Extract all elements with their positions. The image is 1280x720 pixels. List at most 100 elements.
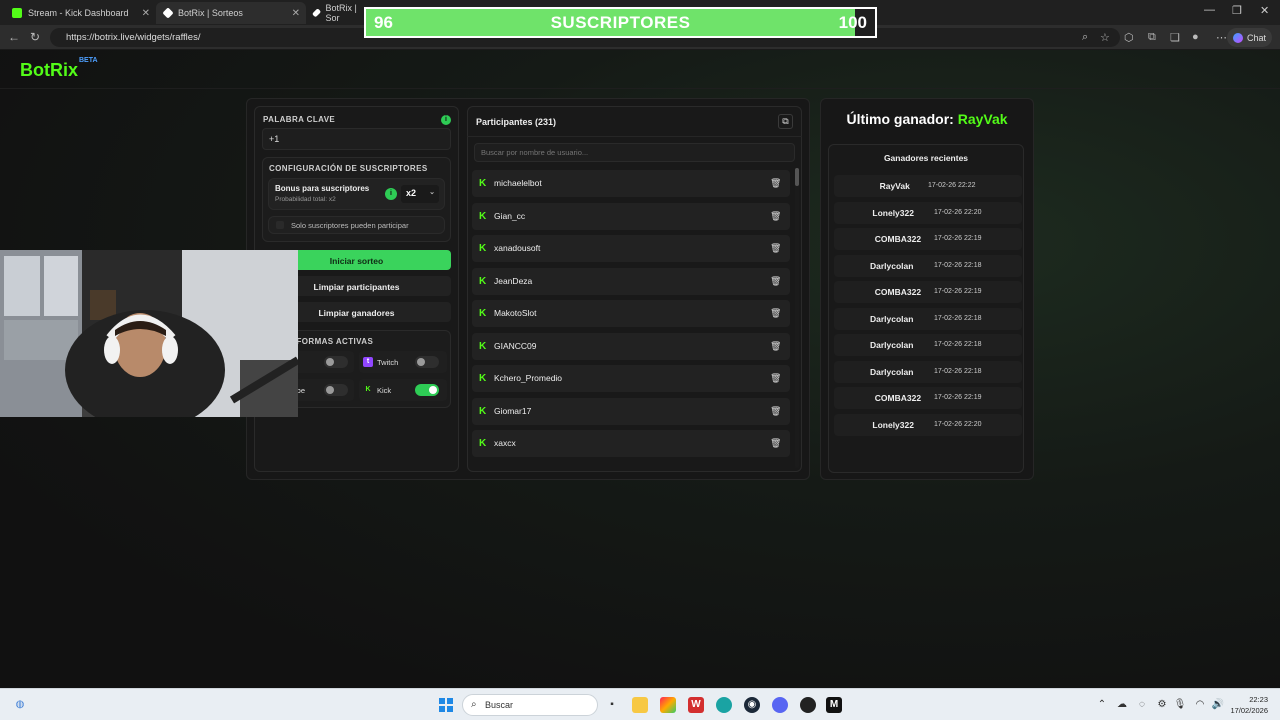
platform-toggle[interactable]	[415, 356, 439, 368]
task-view-icon[interactable]: ▪	[604, 697, 620, 713]
subscriber-config-title: CONFIGURACIÓN DE SUSCRIPTORES	[269, 164, 428, 173]
info-icon[interactable]: i	[385, 188, 397, 200]
tray-icon[interactable]: ◌	[1134, 697, 1150, 713]
participant-row[interactable]: Kxaxcx 🗑	[472, 430, 790, 457]
copilot-icon	[1232, 32, 1243, 43]
webcam-image	[0, 250, 298, 417]
scrollbar-thumb[interactable]	[795, 168, 799, 186]
windows-taskbar: ◍ ⌕ Buscar ▪ W ◉ M ⌃ ☁ ◌ ⚙ 🎙 ◠ 🔊 22:23 1…	[0, 688, 1280, 720]
participant-search-input[interactable]	[474, 143, 795, 162]
trash-icon[interactable]: 🗑	[770, 178, 781, 189]
participant-scrollbar[interactable]	[795, 168, 799, 468]
collections-icon[interactable]: ❏	[1170, 31, 1180, 44]
winner-row: RayVak 17-02-26 22:22	[834, 175, 1022, 197]
cloud-icon[interactable]: ☁	[1114, 697, 1130, 713]
volume-icon[interactable]: 🔊	[1210, 697, 1226, 713]
extensions-icon[interactable]: ⬡	[1124, 31, 1134, 44]
favorite-star-icon[interactable]: ☆	[1100, 31, 1110, 44]
participants-title: Participantes (231)	[476, 117, 557, 127]
minimize-icon[interactable]: —	[1204, 4, 1215, 16]
winner-name: COMBA322	[874, 287, 922, 297]
toggle-knob	[326, 358, 334, 366]
steam-icon[interactable]: ◉	[744, 697, 760, 713]
winner-time: 17-02-26 22:18	[934, 261, 982, 269]
edge-icon[interactable]	[716, 697, 732, 713]
platform-toggle[interactable]	[324, 356, 348, 368]
participant-name: Gian_cc	[494, 210, 526, 221]
trash-icon[interactable]: 🗑	[770, 276, 781, 287]
trash-icon[interactable]: 🗑	[770, 211, 781, 222]
widgets-icon[interactable]: ◍	[12, 697, 28, 713]
participant-row[interactable]: Kxanadousoft 🗑	[472, 235, 790, 262]
platform-label: Twitch	[377, 358, 399, 367]
info-icon[interactable]: i	[441, 115, 451, 125]
tab-kick-dashboard[interactable]: Stream - Kick Dashboard ✕	[4, 2, 156, 24]
participant-row[interactable]: K Giomar17 🗑	[472, 397, 790, 425]
maximize-icon[interactable]: ❐	[1232, 4, 1242, 17]
participant-row[interactable]: Kmichaelelbot 🗑	[472, 170, 790, 197]
discord-icon[interactable]	[772, 697, 788, 713]
split-icon[interactable]: ⧉	[1148, 31, 1156, 44]
chevron-down-icon: ⌄	[429, 189, 435, 196]
platform-toggle[interactable]	[415, 384, 439, 396]
chevron-up-icon[interactable]: ⌃	[1094, 697, 1110, 713]
beta-badge: BETA	[79, 57, 98, 64]
more-icon[interactable]: ⋯	[1216, 31, 1227, 44]
back-icon[interactable]: ←	[8, 30, 20, 44]
trash-icon[interactable]: 🗑	[770, 406, 781, 417]
tab-botrix-sorteos-2[interactable]: BotRix | Sor	[306, 2, 366, 24]
keyword-input[interactable]: +1	[262, 128, 451, 150]
profile-icon[interactable]: ●	[1192, 31, 1199, 43]
winner-name: COMBA322	[874, 234, 922, 244]
copy-icon[interactable]: ⧉	[778, 114, 793, 129]
microphone-icon[interactable]: 🎙	[1172, 697, 1188, 713]
tab-botrix-sorteos[interactable]: BotRix | Sorteos ✕	[156, 2, 306, 24]
winner-row: COMBA322 17-02-26 22:19	[834, 387, 1022, 409]
keyword-label: PALABRA CLAVE	[263, 115, 336, 124]
kick-icon: K	[479, 275, 487, 287]
close-window-icon[interactable]: ✕	[1260, 4, 1269, 17]
winner-name: Darlycolan	[870, 260, 914, 271]
subs-only-label: Solo suscriptores pueden participar	[291, 221, 409, 230]
participant-row[interactable]: K GIANCC09 🗑	[472, 332, 790, 360]
platform-toggle[interactable]	[324, 384, 348, 396]
taskbar-search[interactable]: ⌕ Buscar	[462, 694, 598, 716]
trash-icon[interactable]: 🗑	[770, 438, 781, 449]
copilot-chat-button[interactable]: Chat	[1226, 28, 1272, 47]
app-m-icon[interactable]: M	[826, 697, 842, 713]
participant-row[interactable]: K Gian_cc 🗑	[472, 202, 790, 230]
participant-row[interactable]: K Kchero_Promedio 🗑	[472, 365, 790, 392]
trash-icon[interactable]: 🗑	[770, 243, 781, 254]
winner-row: Lonely322 17-02-26 22:20	[834, 201, 1022, 224]
participant-row[interactable]: K JeanDeza 🗑	[472, 267, 790, 295]
participant-name: JeanDeza	[494, 275, 533, 286]
tab-title: BotRix | Sorteos	[178, 8, 243, 18]
winner-time: 17-02-26 22:20	[934, 208, 982, 216]
zoom-icon[interactable]: ⌕	[1082, 31, 1088, 44]
subs-only-checkbox[interactable]	[276, 221, 284, 229]
start-icon[interactable]	[438, 697, 454, 713]
obs-icon[interactable]	[800, 697, 816, 713]
bonus-multiplier-select[interactable]: x2 ⌄	[401, 185, 439, 203]
last-winner-heading: Último ganador: RayVak	[820, 111, 1034, 127]
winner-name: RayVak	[879, 181, 910, 191]
trash-icon[interactable]: 🗑	[770, 341, 781, 352]
twitch-icon: t	[363, 357, 373, 367]
close-icon[interactable]: ✕	[142, 8, 150, 19]
trash-icon[interactable]: 🗑	[770, 308, 781, 319]
winner-time: 17-02-26 22:18	[934, 367, 982, 375]
winner-row: Darlycolan 17-02-26 22:18	[834, 254, 1022, 277]
chat-label: Chat	[1246, 32, 1266, 43]
trash-icon[interactable]: 🗑	[770, 373, 781, 384]
copilot-app-icon[interactable]	[660, 697, 676, 713]
kick-icon	[12, 8, 22, 18]
reload-icon[interactable]: ↻	[30, 30, 40, 44]
settings-icon[interactable]: ⚙	[1154, 697, 1170, 713]
system-clock[interactable]: 22:23 17/02/2026	[1230, 694, 1268, 716]
subscriber-goal-bar: 96 SUSCRIPTORES 100	[364, 7, 877, 38]
file-explorer-icon[interactable]	[632, 697, 648, 713]
wifi-icon[interactable]: ◠	[1192, 697, 1208, 713]
participant-row[interactable]: K MakotoSlot 🗑	[472, 300, 790, 327]
wps-icon[interactable]: W	[688, 697, 704, 713]
close-icon[interactable]: ✕	[292, 8, 300, 19]
